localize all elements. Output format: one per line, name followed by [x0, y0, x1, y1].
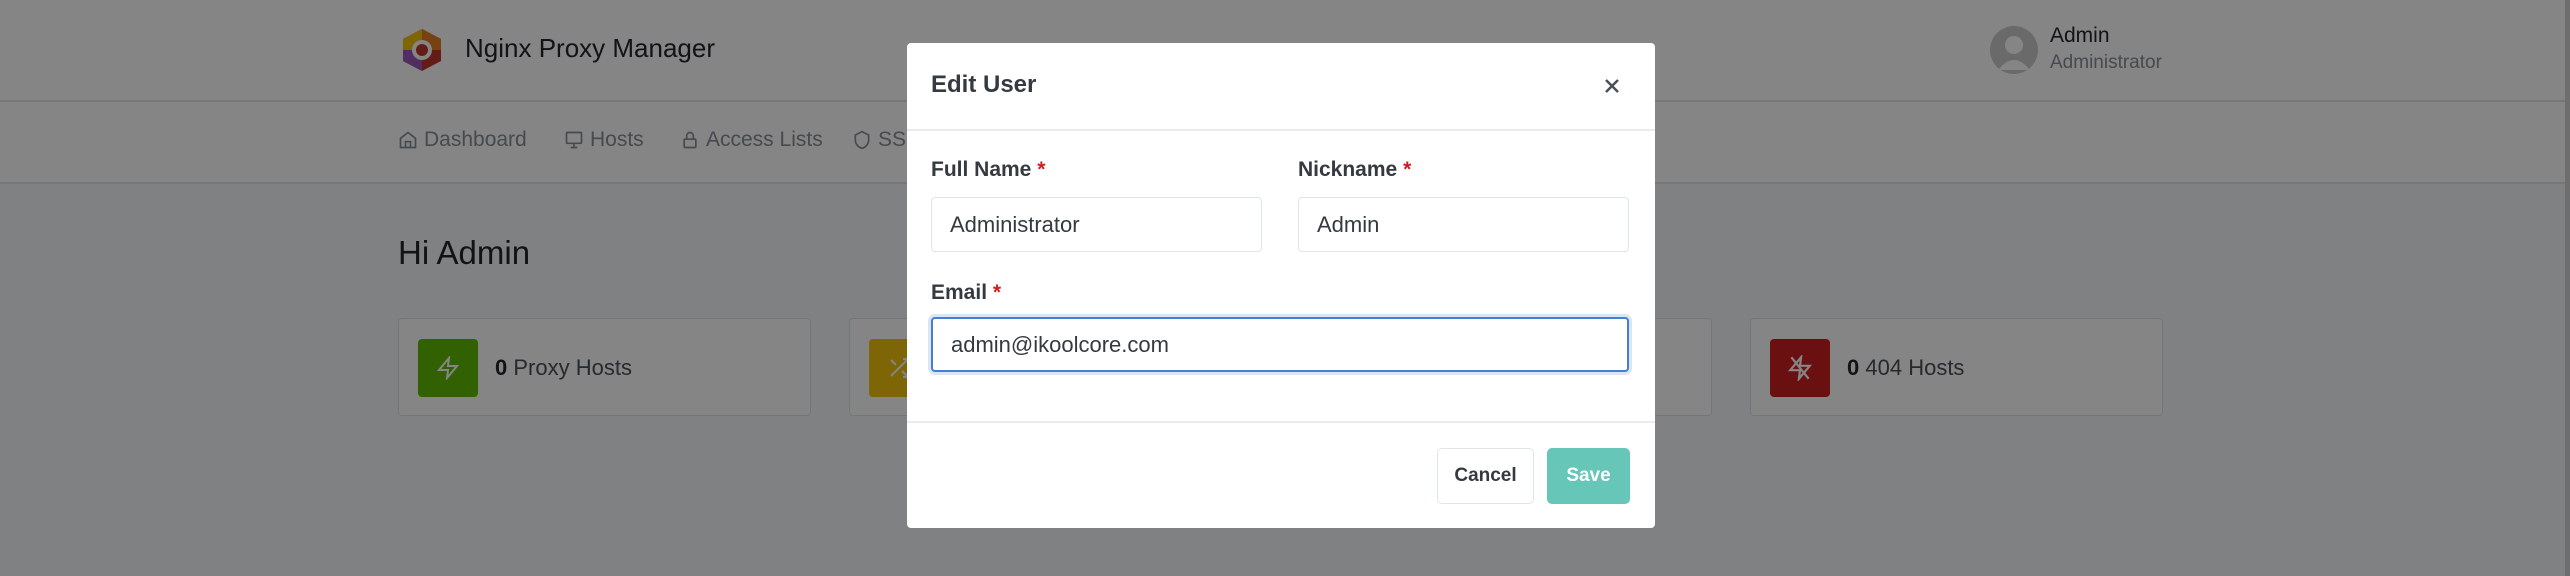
email-input[interactable]	[931, 317, 1629, 372]
page-scrollbar[interactable]	[2565, 0, 2570, 576]
edit-user-modal: Edit User Full Name * Nickname * Email *…	[907, 43, 1655, 528]
save-button[interactable]: Save	[1547, 448, 1630, 504]
modal-title: Edit User	[931, 71, 1037, 98]
close-icon[interactable]	[1597, 71, 1627, 101]
nickname-label: Nickname *	[1298, 158, 1412, 181]
full-name-input[interactable]	[931, 197, 1262, 252]
full-name-label: Full Name *	[931, 158, 1046, 181]
nickname-input[interactable]	[1298, 197, 1629, 252]
cancel-button[interactable]: Cancel	[1437, 448, 1534, 504]
footer-divider	[907, 421, 1655, 423]
email-label: Email *	[931, 281, 1002, 304]
header-divider	[907, 129, 1655, 131]
